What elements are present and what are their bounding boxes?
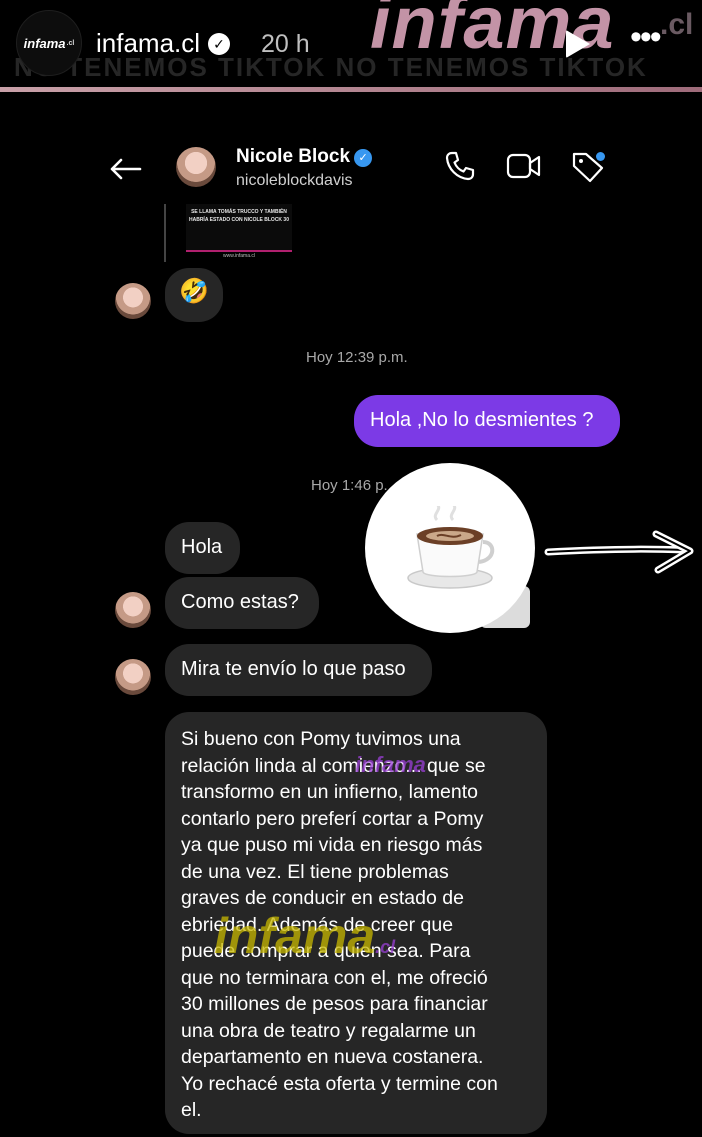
watermark-suffix: .cl xyxy=(375,937,396,957)
incoming-message[interactable]: Mira te envío lo que paso xyxy=(165,644,432,696)
verified-badge-icon: ✓ xyxy=(354,149,373,167)
contact-avatar[interactable] xyxy=(176,147,216,187)
message-line: de una vez. El tiene problemas xyxy=(181,860,449,883)
play-icon[interactable] xyxy=(566,30,590,58)
story-progress-bar xyxy=(0,87,702,92)
outgoing-message-text: Hola ,No lo desmientes ? xyxy=(370,409,594,431)
shared-post-caption: SE LLAMA TOMÁS TRUCCO Y TAMBIÉN HABRÍA E… xyxy=(188,209,289,223)
story-avatar[interactable]: infama .cl xyxy=(16,10,82,76)
watermark-logo: infama xyxy=(355,752,426,778)
avatar-logo-suffix: .cl xyxy=(66,39,75,47)
more-options-icon[interactable]: ••• xyxy=(630,18,662,57)
phone-icon[interactable] xyxy=(444,150,476,187)
notification-dot xyxy=(596,152,605,161)
contact-handle: nicoleblockdavis xyxy=(236,172,353,189)
back-arrow-icon[interactable] xyxy=(108,148,142,191)
incoming-message[interactable]: Hola xyxy=(165,522,240,574)
message-line: Si bueno con Pomy tuvimos una xyxy=(181,728,461,750)
incoming-message[interactable]: Como estas? xyxy=(165,577,319,629)
reaction-emoji: 🤣 xyxy=(179,278,209,305)
message-line: 30 millones de pesos para financiar xyxy=(181,993,488,1015)
message-timestamp: Hoy 12:39 p.m. xyxy=(306,349,408,366)
verified-badge-icon: ✓ xyxy=(208,33,231,55)
emoji-reaction-bubble[interactable]: 🤣 xyxy=(165,268,223,322)
story-timestamp: 20 h xyxy=(261,30,310,58)
watermark-text: infama xyxy=(355,752,426,777)
avatar-logo-text: infama xyxy=(23,35,66,51)
incoming-message-text: Mira te envío lo que paso xyxy=(181,658,406,680)
message-line: ya que puso mi vida en riesgo más xyxy=(181,834,483,856)
pointing-arrow-icon xyxy=(544,530,694,574)
message-timestamp: Hoy 1:46 p. xyxy=(311,477,388,494)
watermark-logo-large: infama.cl xyxy=(214,907,395,965)
contact-avatar[interactable] xyxy=(115,283,151,319)
contact-name[interactable]: Nicole Block ✓ xyxy=(236,146,373,168)
coffee-cup-icon xyxy=(407,506,495,589)
reply-divider xyxy=(164,204,166,262)
message-line: contarlo pero preferí cortar a Pomy xyxy=(181,807,484,830)
shared-post-site: www.infama.cl xyxy=(223,253,255,259)
story-username-text: infama.cl xyxy=(96,28,201,58)
outgoing-message[interactable]: Hola ,No lo desmientes ? xyxy=(354,395,620,447)
incoming-message-text: Como estas? xyxy=(181,591,299,613)
message-line: Yo rechacé esta oferta y termine con xyxy=(181,1072,498,1095)
message-line: departamento en nueva costanera. xyxy=(181,1046,484,1068)
message-line: transformo en un infierno, lamento xyxy=(181,781,478,803)
contact-avatar[interactable] xyxy=(115,659,151,695)
brand-logo-suffix: .cl xyxy=(660,8,694,41)
story-username[interactable]: infama.cl ✓ xyxy=(96,28,231,59)
incoming-message-text: Hola xyxy=(181,536,223,558)
coffee-sticker[interactable] xyxy=(365,463,535,633)
contact-avatar[interactable] xyxy=(115,592,151,628)
watermark-text: infama xyxy=(214,908,376,964)
message-line: que no terminara con el, me ofreció xyxy=(181,966,488,989)
video-icon[interactable] xyxy=(506,150,542,187)
contact-name-text: Nicole Block xyxy=(236,146,351,167)
message-line: el. xyxy=(181,1099,202,1121)
message-line: una obra de teatro y regalarme un xyxy=(181,1019,476,1042)
